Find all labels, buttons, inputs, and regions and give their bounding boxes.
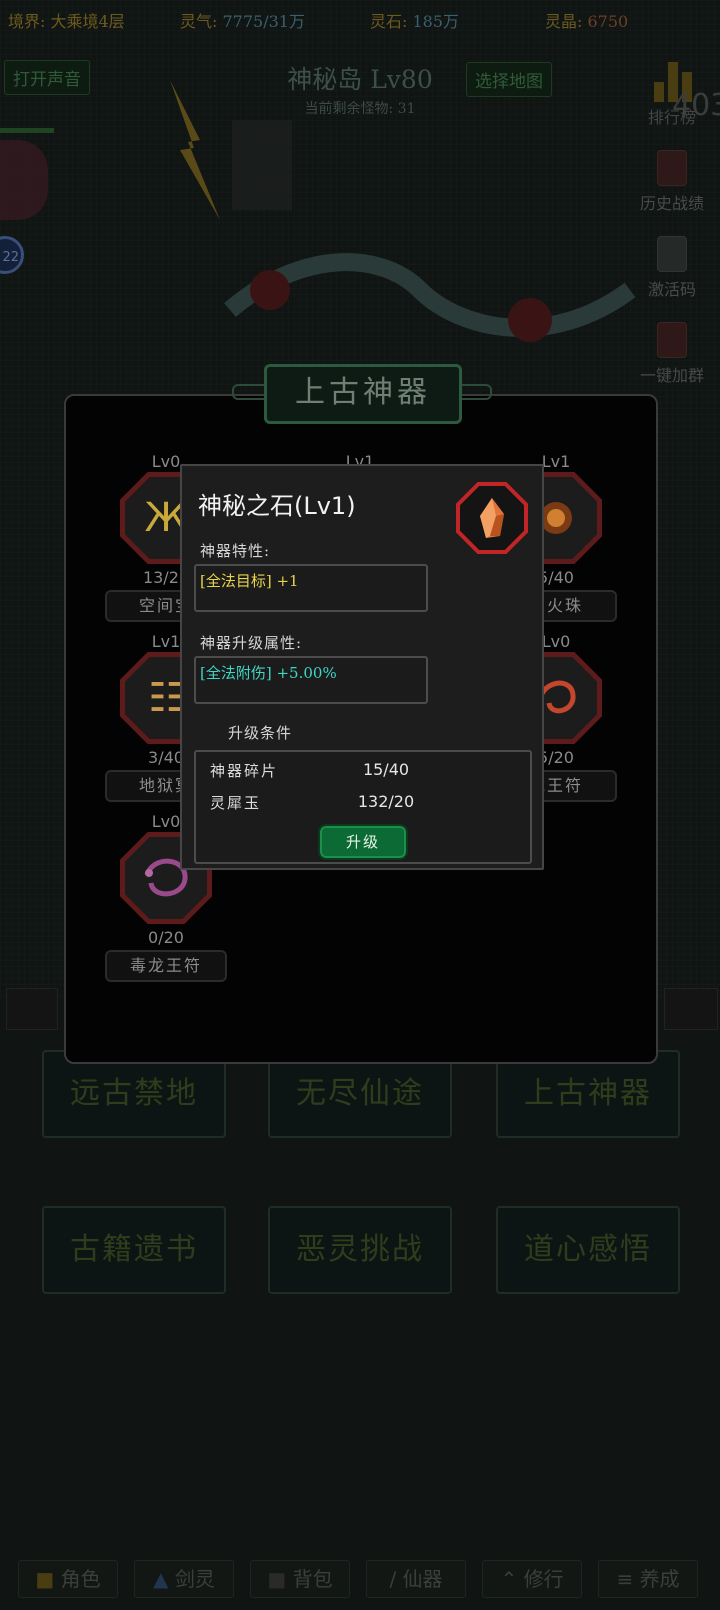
right-slot-remnant [664, 988, 718, 1030]
player-sprite [232, 120, 292, 210]
requirements-label: 升级条件 [228, 724, 293, 742]
sword-icon: ▲ [153, 1567, 169, 1591]
dragon-cloud-effect [224, 253, 636, 342]
tab-cultivation[interactable]: ⌃ 修行 [482, 1560, 582, 1598]
artifact-name: 毒龙王符 [105, 950, 227, 982]
scroll-icon [657, 150, 687, 186]
upgrade-attr-label: 神器升级属性: [200, 634, 303, 652]
panel-title: 上古神器 [264, 364, 462, 424]
enemy-hp-bar [0, 128, 54, 133]
evil-spirit-challenge-button[interactable]: 恶灵挑战 [268, 1206, 452, 1294]
trait-value: [全法目标] +1 [200, 572, 299, 590]
trait-box: [全法目标] +1 [194, 564, 428, 612]
upgrade-attr-value: [全法附伤] +5.00% [200, 664, 337, 682]
lightning-effect [170, 80, 220, 220]
requirement-name: 神器碎片 [210, 762, 279, 780]
nurture-icon: ≡ [616, 1567, 634, 1591]
tab-bag[interactable]: ■ 背包 [250, 1560, 350, 1598]
lingqi-stat: 灵气: 7775/31万 [180, 12, 305, 31]
ancient-books-button[interactable]: 古籍遗书 [42, 1206, 226, 1294]
map-title: 神秘岛 Lv80 [287, 65, 433, 94]
select-map-button[interactable]: 选择地图 [466, 62, 552, 97]
character-icon: ■ [35, 1567, 55, 1591]
requirement-name: 灵犀玉 [210, 794, 262, 812]
tab-nurture[interactable]: ≡ 养成 [598, 1560, 698, 1598]
orange-crystal-icon [480, 498, 504, 538]
tab-sword-spirit[interactable]: ▲ 剑灵 [134, 1560, 234, 1598]
requirement-value: 15/40 [362, 760, 410, 779]
side-menu-rank[interactable]: 排行榜 [626, 104, 718, 128]
artifact-detail-dialog: 神秘之石(Lv1) 神器特性: [全法目标] +1 神器升级属性: [全法附伤]… [180, 464, 544, 870]
artifact-fragment-count: 0/20 [148, 928, 184, 947]
dao-heart-button[interactable]: 道心感悟 [496, 1206, 680, 1294]
lingpin-stat: 灵晶: 6750 [545, 12, 629, 31]
book-icon [657, 322, 687, 358]
tab-character[interactable]: ■ 角色 [18, 1560, 118, 1598]
side-menu-history[interactable]: 历史战绩 [626, 150, 718, 214]
trait-label: 神器特性: [200, 542, 271, 560]
mountain-icon: ⌃ [500, 1567, 518, 1591]
bag-icon: ■ [267, 1567, 287, 1591]
side-menu-activation-code[interactable]: 激活码 [626, 236, 718, 300]
requirement-value: 132/20 [357, 792, 415, 811]
artifact-icon-frame [456, 482, 528, 554]
blade-icon: ∕ [389, 1567, 397, 1591]
serpent-sprite [0, 140, 48, 220]
left-slot-remnant [6, 988, 58, 1030]
upgrade-button[interactable]: 升级 [318, 824, 408, 860]
map-subtitle: 当前剩余怪物: 31 [304, 101, 416, 117]
tab-immortal-gear[interactable]: ∕ 仙器 [366, 1560, 466, 1598]
card-icon [657, 236, 687, 272]
upgrade-attr-box: [全法附伤] +5.00% [194, 656, 428, 704]
requirements-box: 神器碎片 15/40 灵犀玉 132/20 升级 [194, 750, 532, 864]
realm-stat: 境界: 大乘境4层 [8, 12, 125, 31]
lingshi-stat: 灵石: 185万 [370, 12, 460, 31]
dialog-title: 神秘之石(Lv1) [198, 492, 356, 520]
side-menu-join-group[interactable]: 一键加群 [626, 322, 718, 386]
